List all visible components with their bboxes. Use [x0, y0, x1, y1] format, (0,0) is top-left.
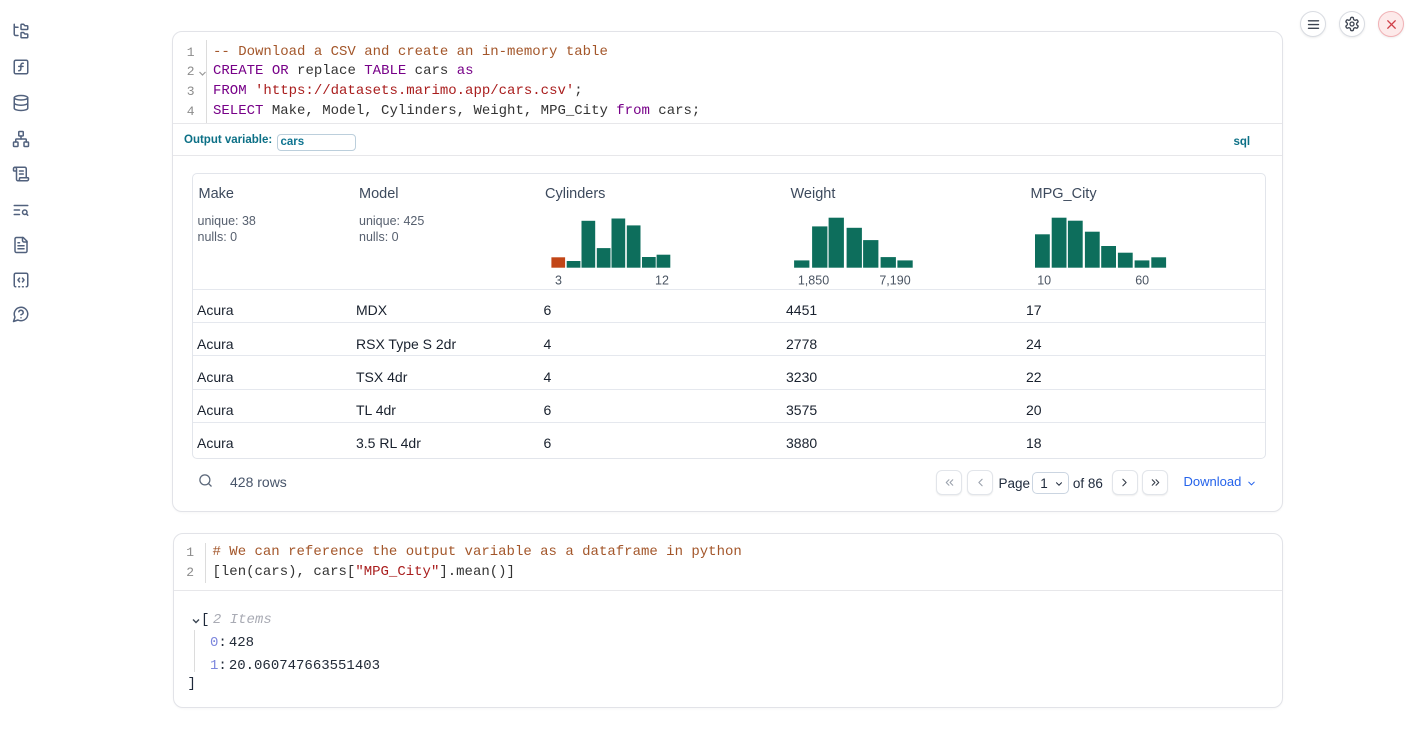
svg-text:7,190: 7,190 [879, 274, 910, 288]
svg-text:1,850: 1,850 [797, 274, 828, 288]
svg-text:12: 12 [655, 274, 669, 288]
svg-text:3: 3 [555, 274, 562, 288]
svg-text:60: 60 [1136, 274, 1150, 288]
svg-text:10: 10 [1038, 274, 1052, 288]
